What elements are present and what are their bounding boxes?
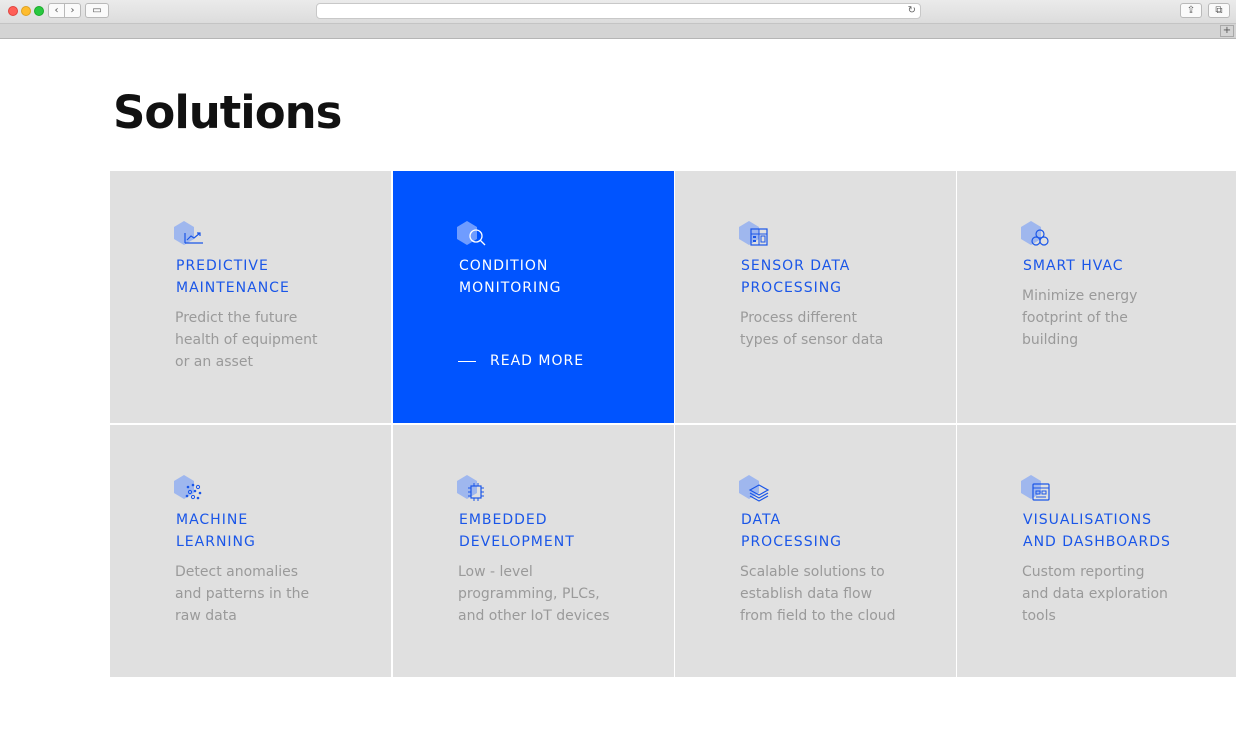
card-title: CONDITION MONITORING [459,258,562,296]
magnifier-icon [457,221,486,246]
read-more-link[interactable]: READ MORE [458,351,584,371]
tabs-icon: ⧉ [1215,5,1223,16]
card-title: MACHINE LEARNING [176,512,256,550]
card-title: PREDICTIVE MAINTENANCE [176,258,290,296]
back-button[interactable]: ‹ [48,3,65,18]
solution-card-visualisations-dashboards[interactable]: VISUALISATIONS AND DASHBOARDS Custom rep… [957,425,1236,677]
trend-chart-icon [174,221,203,245]
solution-card-data-processing[interactable]: DATA PROCESSING Scalable solutions to es… [675,425,956,677]
card-description: Low - level programming, PLCs, and other… [458,564,610,624]
dash-icon [458,360,476,362]
zoom-window-button[interactable] [34,6,44,16]
solution-card-smart-hvac[interactable]: SMART HVAC Minimize energy footprint of … [957,171,1236,423]
card-title: SENSOR DATA PROCESSING [741,258,851,296]
new-tab-button[interactable]: + [1220,25,1234,37]
tab-bar: + [0,24,1236,39]
share-button[interactable]: ⇪ [1180,3,1202,18]
dots-cluster-icon [174,475,202,500]
card-title: VISUALISATIONS AND DASHBOARDS [1023,512,1171,550]
close-window-button[interactable] [8,6,18,16]
solution-card-embedded-development[interactable]: EMBEDDED DEVELOPMENT Low - level program… [393,425,674,677]
show-tabs-button[interactable]: ⧉ [1208,3,1230,18]
solution-card-condition-monitoring[interactable]: CONDITION MONITORING READ MORE [393,171,674,423]
card-description: Process different types of sensor data [740,310,884,348]
card-description: Detect anomalies and patterns in the raw… [175,564,310,624]
share-icon: ⇪ [1186,5,1196,16]
chevron-right-icon: › [70,5,75,16]
card-description: Custom reporting and data exploration to… [1022,564,1168,624]
reload-icon[interactable]: ↻ [908,4,916,18]
card-description: Scalable solutions to establish data flo… [740,564,896,624]
card-title: SMART HVAC [1023,258,1124,274]
page-title: Solutions [113,86,342,139]
forward-button[interactable]: › [64,3,81,18]
read-more-label: READ MORE [490,353,585,369]
solution-card-predictive-maintenance[interactable]: PREDICTIVE MAINTENANCE Predict the futur… [110,171,391,423]
layers-icon [739,475,770,502]
fan-icon [1021,221,1049,246]
card-description: Minimize energy footprint of the buildin… [1022,288,1138,348]
solution-card-sensor-data-processing[interactable]: SENSOR DATA PROCESSING Process different… [675,171,956,423]
sidebar-toggle-button[interactable]: ▭ [85,3,109,18]
card-description: Predict the future health of equipment o… [175,310,318,370]
address-bar[interactable]: ↻ [316,3,921,19]
sidebar-icon: ▭ [92,5,102,16]
minimize-window-button[interactable] [21,6,31,16]
card-title: EMBEDDED DEVELOPMENT [459,512,575,550]
browser-toolbar: ‹ › ▭ ↻ ⇪ ⧉ [0,0,1236,24]
chevron-left-icon: ‹ [54,5,59,16]
dashboard-icon [1021,475,1050,501]
solution-card-machine-learning[interactable]: MACHINE LEARNING Detect anomalies and pa… [110,425,391,677]
solutions-grid: PREDICTIVE MAINTENANCE Predict the futur… [110,171,1236,677]
card-title: DATA PROCESSING [741,512,843,550]
plus-icon: + [1222,25,1232,36]
chip-icon [457,475,484,501]
sensor-panel-icon [739,221,768,246]
